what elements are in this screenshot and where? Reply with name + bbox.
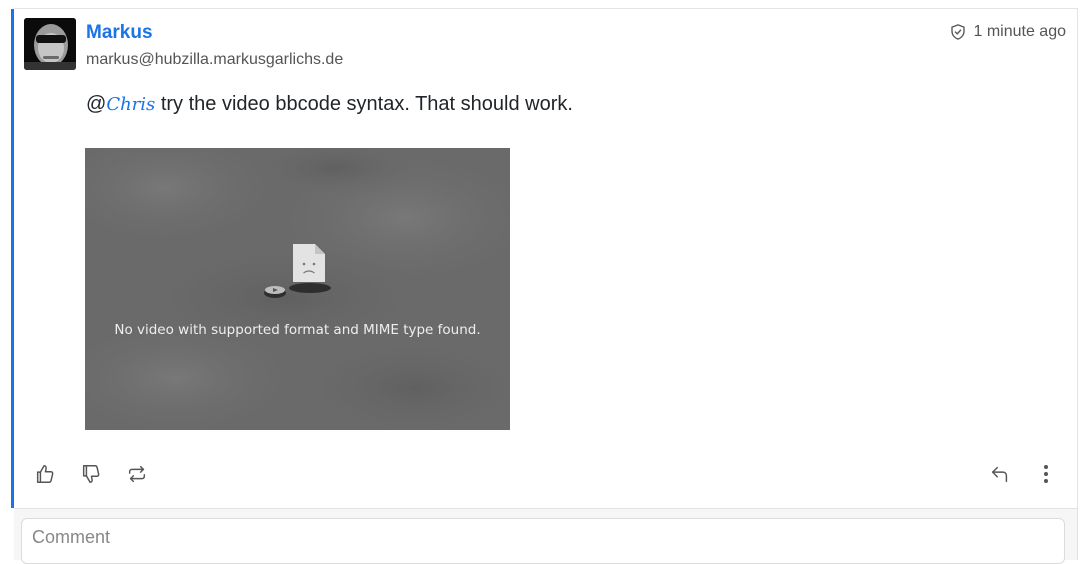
repeat-button[interactable] bbox=[123, 462, 151, 490]
reply-icon bbox=[988, 463, 1012, 490]
mention-prefix: @ bbox=[86, 93, 107, 115]
thumbs-up-icon bbox=[34, 463, 56, 490]
post-timestamp: 1 minute ago bbox=[949, 22, 1066, 42]
more-vertical-icon bbox=[1043, 464, 1049, 489]
thumbs-down-icon bbox=[80, 463, 102, 490]
shield-check-icon bbox=[949, 23, 967, 41]
post-frame-right bbox=[1077, 8, 1078, 560]
author-name-link[interactable]: Markus bbox=[86, 22, 153, 44]
author-address: markus@hubzilla.markusgarlichs.de bbox=[86, 51, 344, 68]
more-options-button[interactable] bbox=[1032, 462, 1060, 490]
like-button[interactable] bbox=[31, 462, 59, 490]
video-player[interactable]: No video with supported format and MIME … bbox=[85, 148, 510, 430]
broken-video-icon bbox=[261, 242, 335, 307]
repeat-icon bbox=[125, 463, 149, 490]
video-error-message: No video with supported format and MIME … bbox=[114, 322, 481, 338]
mention-link[interactable]: Chris bbox=[106, 94, 155, 115]
post-body: @Chris try the video bbcode syntax. That… bbox=[86, 92, 573, 117]
reply-button[interactable] bbox=[986, 462, 1014, 490]
post-frame-top bbox=[14, 8, 1078, 9]
post-accent-bar bbox=[11, 9, 14, 508]
time-ago: 1 minute ago bbox=[973, 23, 1066, 40]
post-text: try the video bbcode syntax. That should… bbox=[155, 93, 573, 115]
comment-input[interactable] bbox=[21, 518, 1065, 564]
avatar[interactable] bbox=[24, 18, 76, 70]
dislike-button[interactable] bbox=[77, 462, 105, 490]
